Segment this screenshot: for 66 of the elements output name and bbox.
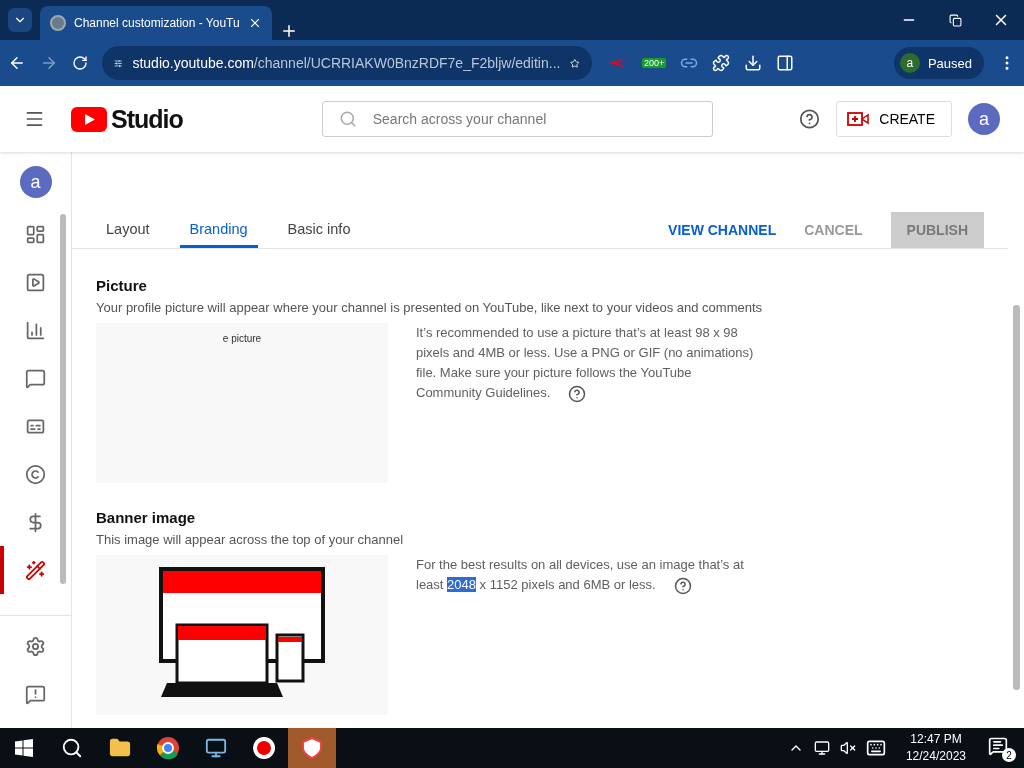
play-logo-icon [70, 106, 107, 132]
back-icon[interactable] [8, 54, 26, 72]
help-icon[interactable] [673, 576, 692, 595]
monitor-icon [205, 737, 227, 759]
url-text: studio.youtube.com/channel/UCRRIAKW0BnzRDF7e_F2bljw/editin... [132, 55, 561, 71]
download-icon[interactable] [744, 54, 763, 72]
avatar: a [899, 53, 920, 73]
folder-icon [109, 737, 131, 759]
search-icon [61, 737, 83, 759]
avatar[interactable]: a [968, 103, 1000, 135]
settings-icon [25, 635, 46, 657]
extension-badge[interactable]: 200+ [642, 58, 667, 68]
scrollbar-thumb[interactable] [1013, 305, 1020, 690]
loading-icon [50, 15, 66, 31]
preview-text: e picture [222, 333, 262, 344]
create-button[interactable]: CREATE [836, 101, 952, 137]
page-tab[interactable]: Branding [179, 212, 258, 248]
side-panel-icon[interactable] [776, 54, 795, 72]
info-text: It’s recommended to use a picture that’s at least 98 x 98 pixels and 4MB or less. Use a PNG or GIF (no animations) file. Make sure your picture follows the YouTube Community Guidelines. [416, 323, 756, 483]
tab-title: Channel customization - YouTu [74, 16, 240, 30]
page-tab[interactable]: Basic info [277, 212, 361, 248]
extensions-icon[interactable] [712, 54, 731, 72]
keyboard-icon[interactable] [865, 738, 886, 758]
clock-date: 12/24/2023 [905, 748, 966, 765]
windows-logo-icon [15, 739, 33, 757]
close-icon[interactable] [248, 16, 262, 30]
tab-list-button[interactable] [8, 8, 32, 32]
shield-icon [300, 736, 324, 760]
logo-text: Studio [110, 104, 183, 134]
forward-icon[interactable] [40, 54, 58, 72]
browser-icon [156, 736, 180, 760]
video-plus-icon [847, 111, 870, 127]
dashboard-icon [25, 223, 46, 245]
section-title: Picture [96, 277, 148, 294]
record-icon [252, 736, 276, 760]
comment-icon [25, 367, 46, 389]
new-tab-icon[interactable] [280, 22, 298, 40]
info-text: For the best results on all devices, use an image that’s at least 2048 x 1152 pixels and 6MB or less. [416, 555, 756, 715]
volume-muted-icon[interactable] [839, 740, 856, 756]
clock-time: 12:47 PM [910, 731, 962, 748]
notification-count: 2 [1002, 748, 1016, 762]
browser-tab[interactable]: Channel customization - YouTu [40, 6, 272, 40]
magic-wand-icon [25, 559, 46, 581]
reload-icon[interactable] [72, 55, 88, 71]
help-icon[interactable] [568, 384, 587, 403]
bar-chart-icon [25, 319, 46, 341]
address-bar[interactable]: studio.youtube.com/channel/UCRRIAKW0BnzRDF7e_F2bljw/editin... [102, 46, 592, 80]
feedback-icon [25, 683, 46, 705]
clock[interactable]: 12:47 PM 12/24/2023 [905, 731, 966, 765]
section-description: This image will appear across the top of your channel [96, 532, 405, 547]
section-description: Your profile picture will appear where your channel is presented on YouTube, like next to your videos and comments [96, 300, 764, 315]
search-icon [338, 110, 357, 128]
action-link[interactable]: VIEW CHANNEL [668, 212, 777, 248]
profile-status: Paused [927, 55, 972, 71]
search-field[interactable]: Search across your channel [321, 101, 714, 137]
channel-avatar[interactable]: a [19, 166, 52, 198]
profile-button[interactable]: a Paused [893, 47, 984, 79]
page-tab[interactable]: Layout [96, 212, 160, 248]
restore-icon[interactable] [948, 13, 962, 27]
help-icon[interactable] [799, 108, 821, 130]
notifications-icon [988, 736, 1008, 756]
play-icon [25, 271, 46, 293]
copyright-icon [25, 463, 46, 485]
section-title: Banner image [96, 509, 197, 526]
notifications-button[interactable]: 2 [986, 734, 1016, 762]
scrollbar-thumb[interactable] [60, 214, 66, 584]
